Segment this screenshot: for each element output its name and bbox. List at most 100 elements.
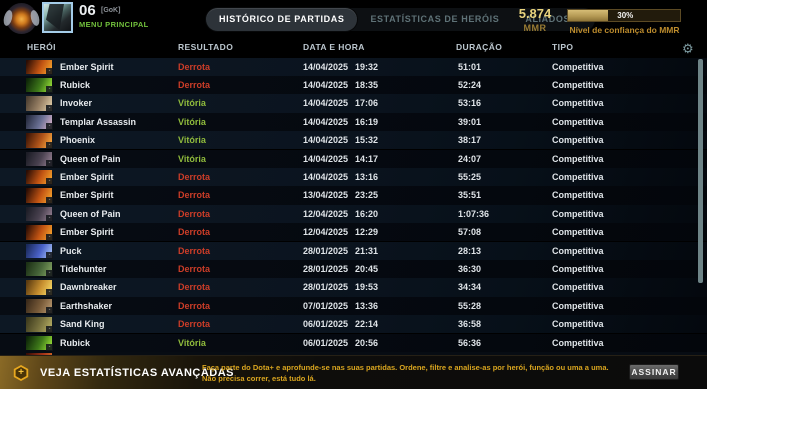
column-type: TIPO <box>552 42 574 52</box>
match-date: 28/01/2025 <box>303 245 349 256</box>
hero-name: Tidehunter <box>60 263 107 274</box>
match-time: 19:32 <box>355 61 379 72</box>
match-time: 17:06 <box>355 98 379 109</box>
hero-name: Invoker <box>60 98 93 109</box>
facet-badge-icon: ◦ <box>46 252 53 259</box>
match-type: Competitiva <box>552 98 604 109</box>
hero-name: Dawnbreaker <box>60 282 117 293</box>
match-result: Vitória <box>178 135 206 146</box>
hero-portrait: ◦ <box>26 317 53 333</box>
hero-portrait: ◦ <box>26 77 53 94</box>
match-time: 12:29 <box>355 227 379 238</box>
tab-hero-stats[interactable]: ESTATÍSTICAS DE HERÓIS <box>357 8 512 31</box>
facet-badge-icon: ◦ <box>46 215 53 223</box>
hero-portrait: ◦ <box>26 114 53 131</box>
column-hero: HERÓI <box>27 42 56 52</box>
hero-portrait: ◦ <box>26 133 53 149</box>
settings-gear-icon[interactable]: ⚙ <box>682 41 694 57</box>
match-duration: 56:36 <box>458 337 482 348</box>
match-result: Vitória <box>178 116 206 127</box>
dota-match-history-window: 06 [GoK] MENU PRINCIPAL HISTÓRICO DE PAR… <box>0 0 707 389</box>
facet-badge-icon: ◦ <box>46 270 53 278</box>
match-type: Competitiva <box>552 263 604 274</box>
match-row[interactable]: ◦ Ember Spirit Derrota 14/04/2025 13:16 55:25… <box>0 167 707 187</box>
facet-badge-icon: ◦ <box>46 325 53 333</box>
mmr-confidence-fill <box>568 10 609 21</box>
match-date: 14/04/2025 <box>303 61 349 72</box>
banner-description: Faça parte do Dota+ e aprofunde-se nas s… <box>202 362 609 384</box>
match-type: Competitiva <box>552 227 604 238</box>
match-result: Derrota <box>178 282 211 293</box>
facet-badge-icon: ◦ <box>46 123 53 131</box>
match-row[interactable]: ◦ Tidehunter Derrota 28/01/2025 20:45 36:30 Co… <box>0 259 707 279</box>
match-row[interactable]: ◦ Ember Spirit Derrota 12/04/2025 12:29 57:08… <box>0 223 707 242</box>
match-row[interactable]: ◦ Earthshaker Derrota 07/01/2025 13:36 55:28 C… <box>0 296 707 316</box>
match-date: 06/01/2025 <box>303 319 349 330</box>
hero-portrait: ◦ <box>26 59 53 75</box>
facet-badge-icon: ◦ <box>46 196 53 204</box>
menu-principal-link[interactable]: MENU PRINCIPAL <box>79 20 149 29</box>
match-date: 12/04/2025 <box>303 227 349 238</box>
match-row[interactable]: ◦ Sand King Derrota 06/01/2025 22:14 36:58 Com… <box>0 315 707 334</box>
match-date: 13/04/2025 <box>303 190 349 201</box>
match-row[interactable]: ◦ Dawnbreaker Derrota 28/01/2025 19:53 34:34 C… <box>0 278 707 297</box>
match-row[interactable]: ◦ Phoenix Vitória 14/04/2025 15:32 38:17 Compe… <box>0 131 707 150</box>
match-type: Competitiva <box>552 135 604 146</box>
hero-name: Queen of Pain <box>60 153 121 164</box>
match-row[interactable]: ◦ Rubick Derrota 14/04/2025 18:35 52:24 Compet… <box>0 75 707 95</box>
player-avatar[interactable] <box>42 2 73 33</box>
hero-portrait: ◦ <box>26 206 53 223</box>
dota-plus-icon: + <box>13 365 29 381</box>
match-duration: 55:28 <box>458 300 482 311</box>
match-row[interactable]: ◦ Ember Spirit Derrota 14/04/2025 19:32 51:01… <box>0 57 707 76</box>
rank-medal-icon <box>6 3 37 34</box>
match-row[interactable]: ◦ Invoker Vitória 14/04/2025 17:06 53:16 Compe… <box>0 94 707 113</box>
match-time: 14:17 <box>355 153 379 164</box>
match-result: Derrota <box>178 208 211 219</box>
subscribe-button[interactable]: ASSINAR <box>629 364 679 380</box>
facet-badge-icon: ◦ <box>46 104 53 112</box>
match-type: Competitiva <box>552 282 604 293</box>
hero-name: Ember Spirit <box>60 227 114 238</box>
match-duration: 35:51 <box>458 190 482 201</box>
match-result: Vitória <box>178 98 206 109</box>
match-row[interactable]: ◦ Templar Assassin Vitória 14/04/2025 16:19 3… <box>0 112 707 132</box>
match-row[interactable]: ◦ Ember Spirit Derrota 13/04/2025 23:25 35:51… <box>0 186 707 205</box>
match-duration: 24:07 <box>458 153 482 164</box>
match-date: 14/04/2025 <box>303 116 349 127</box>
match-row[interactable]: ◦ Rubick Vitória 06/01/2025 20:56 56:36 Compet… <box>0 333 707 352</box>
tab-match-history[interactable]: HISTÓRICO DE PARTIDAS <box>206 8 358 31</box>
match-type: Competitiva <box>552 171 604 182</box>
match-time: 22:14 <box>355 319 379 330</box>
hero-name: Earthshaker <box>60 300 113 311</box>
vertical-scrollbar[interactable] <box>698 59 703 283</box>
match-time: 18:35 <box>355 79 379 90</box>
facet-badge-icon: ◦ <box>46 307 53 315</box>
column-result: RESULTADO <box>178 42 234 52</box>
hero-name: Templar Assassin <box>60 116 137 127</box>
match-row[interactable]: ◦ Queen of Pain Derrota 12/04/2025 16:20 1:07… <box>0 204 707 224</box>
match-date: 14/04/2025 <box>303 98 349 109</box>
facet-badge-icon: ◦ <box>46 178 53 186</box>
banner-description-line1: Faça parte do Dota+ e aprofunde-se nas s… <box>202 363 609 372</box>
match-type: Competitiva <box>552 245 604 256</box>
match-result: Derrota <box>178 263 211 274</box>
match-result: Vitória <box>178 337 206 348</box>
match-result: Derrota <box>178 79 211 90</box>
match-result: Derrota <box>178 171 211 182</box>
facet-badge-icon: ◦ <box>46 68 53 75</box>
match-time: 20:45 <box>355 263 379 274</box>
match-row[interactable]: ◦ Queen of Pain Vitória 14/04/2025 14:17 24:0… <box>0 149 707 168</box>
match-type: Competitiva <box>552 116 604 127</box>
column-datetime: DATA E HORA <box>303 42 365 52</box>
match-row[interactable]: ◦ Puck Derrota 28/01/2025 21:31 28:13 Competit… <box>0 241 707 260</box>
match-duration: 52:24 <box>458 79 482 90</box>
match-result: Derrota <box>178 300 211 311</box>
match-date: 14/04/2025 <box>303 153 349 164</box>
banner-description-line2: Não precisa correr, está tudo lá. <box>202 374 316 383</box>
match-date: 14/04/2025 <box>303 79 349 90</box>
match-time: 16:19 <box>355 116 379 127</box>
hero-name: Rubick <box>60 79 91 90</box>
player-name[interactable]: 06 <box>79 2 96 19</box>
match-result: Derrota <box>178 190 211 201</box>
